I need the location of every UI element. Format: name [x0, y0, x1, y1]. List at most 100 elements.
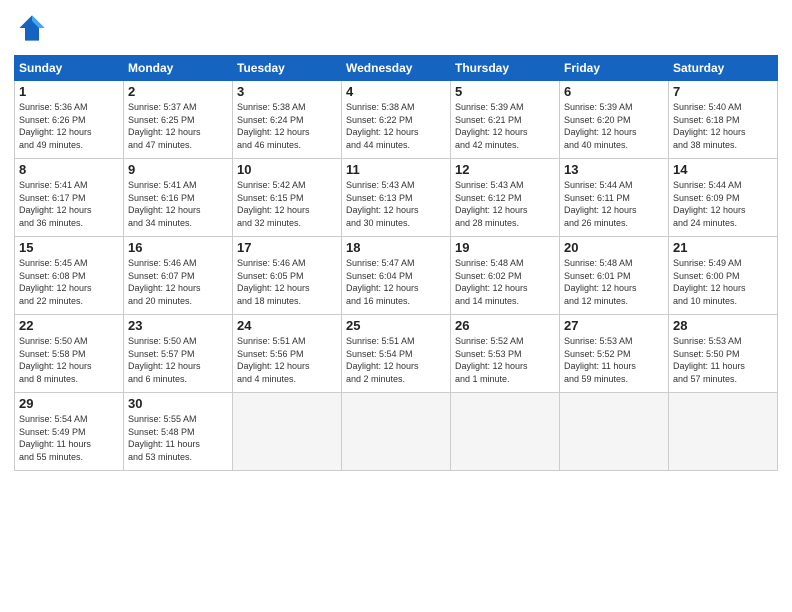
day-number: 23	[128, 318, 228, 333]
day-cell	[560, 393, 669, 471]
week-row-5: 29Sunrise: 5:54 AM Sunset: 5:49 PM Dayli…	[15, 393, 778, 471]
logo	[14, 14, 46, 47]
day-info: Sunrise: 5:51 AM Sunset: 5:56 PM Dayligh…	[237, 335, 337, 385]
day-number: 16	[128, 240, 228, 255]
day-info: Sunrise: 5:36 AM Sunset: 6:26 PM Dayligh…	[19, 101, 119, 151]
day-number: 15	[19, 240, 119, 255]
day-info: Sunrise: 5:48 AM Sunset: 6:01 PM Dayligh…	[564, 257, 664, 307]
col-header-friday: Friday	[560, 56, 669, 81]
day-cell: 8 Sunrise: 5:41 AM Sunset: 6:17 PM Daylig…	[15, 159, 124, 237]
week-row-1: 1 Sunrise: 5:36 AM Sunset: 6:26 PM Daylig…	[15, 81, 778, 159]
day-cell: 5Sunrise: 5:39 AM Sunset: 6:21 PM Daylig…	[451, 81, 560, 159]
day-number: 8	[19, 162, 119, 177]
day-cell	[669, 393, 778, 471]
day-cell: 1 Sunrise: 5:36 AM Sunset: 6:26 PM Daylig…	[15, 81, 124, 159]
day-info: Sunrise: 5:46 AM Sunset: 6:05 PM Dayligh…	[237, 257, 337, 307]
day-cell: 13Sunrise: 5:44 AM Sunset: 6:11 PM Dayli…	[560, 159, 669, 237]
day-info: Sunrise: 5:39 AM Sunset: 6:21 PM Dayligh…	[455, 101, 555, 151]
day-info: Sunrise: 5:53 AM Sunset: 5:52 PM Dayligh…	[564, 335, 664, 385]
col-header-tuesday: Tuesday	[233, 56, 342, 81]
main-container: SundayMondayTuesdayWednesdayThursdayFrid…	[0, 0, 792, 481]
col-header-saturday: Saturday	[669, 56, 778, 81]
day-number: 17	[237, 240, 337, 255]
logo-icon	[18, 14, 46, 42]
day-info: Sunrise: 5:43 AM Sunset: 6:13 PM Dayligh…	[346, 179, 446, 229]
day-number: 30	[128, 396, 228, 411]
day-info: Sunrise: 5:44 AM Sunset: 6:09 PM Dayligh…	[673, 179, 773, 229]
day-cell: 22 Sunrise: 5:50 AM Sunset: 5:58 PM Dayli…	[15, 315, 124, 393]
day-cell: 19 Sunrise: 5:48 AM Sunset: 6:02 PM Dayli…	[451, 237, 560, 315]
day-cell: 27 Sunrise: 5:53 AM Sunset: 5:52 PM Dayli…	[560, 315, 669, 393]
day-number: 2	[128, 84, 228, 99]
col-header-monday: Monday	[124, 56, 233, 81]
day-info: Sunrise: 5:41 AM Sunset: 6:16 PM Dayligh…	[128, 179, 228, 229]
week-row-3: 15 Sunrise: 5:45 AM Sunset: 6:08 PM Dayli…	[15, 237, 778, 315]
day-cell: 9 Sunrise: 5:41 AM Sunset: 6:16 PM Daylig…	[124, 159, 233, 237]
day-cell: 20 Sunrise: 5:48 AM Sunset: 6:01 PM Dayli…	[560, 237, 669, 315]
week-row-2: 8 Sunrise: 5:41 AM Sunset: 6:17 PM Daylig…	[15, 159, 778, 237]
day-cell: 2 Sunrise: 5:37 AM Sunset: 6:25 PM Daylig…	[124, 81, 233, 159]
day-number: 1	[19, 84, 119, 99]
day-info: Sunrise: 5:41 AM Sunset: 6:17 PM Dayligh…	[19, 179, 119, 229]
day-info: Sunrise: 5:47 AM Sunset: 6:04 PM Dayligh…	[346, 257, 446, 307]
day-cell: 11 Sunrise: 5:43 AM Sunset: 6:13 PM Dayli…	[342, 159, 451, 237]
day-number: 3	[237, 84, 337, 99]
week-row-4: 22 Sunrise: 5:50 AM Sunset: 5:58 PM Dayli…	[15, 315, 778, 393]
day-number: 7	[673, 84, 773, 99]
day-cell: 25 Sunrise: 5:51 AM Sunset: 5:54 PM Dayli…	[342, 315, 451, 393]
col-header-wednesday: Wednesday	[342, 56, 451, 81]
col-header-sunday: Sunday	[15, 56, 124, 81]
day-number: 12	[455, 162, 555, 177]
day-number: 9	[128, 162, 228, 177]
day-info: Sunrise: 5:48 AM Sunset: 6:02 PM Dayligh…	[455, 257, 555, 307]
day-number: 26	[455, 318, 555, 333]
day-number: 27	[564, 318, 664, 333]
day-number: 11	[346, 162, 446, 177]
day-number: 10	[237, 162, 337, 177]
day-number: 21	[673, 240, 773, 255]
day-info: Sunrise: 5:40 AM Sunset: 6:18 PM Dayligh…	[673, 101, 773, 151]
day-cell	[342, 393, 451, 471]
day-number: 4	[346, 84, 446, 99]
day-number: 6	[564, 84, 664, 99]
header	[14, 10, 778, 47]
day-cell: 17 Sunrise: 5:46 AM Sunset: 6:05 PM Dayli…	[233, 237, 342, 315]
day-info: Sunrise: 5:55 AM Sunset: 5:48 PM Dayligh…	[128, 413, 228, 463]
day-cell: 10 Sunrise: 5:42 AM Sunset: 6:15 PM Dayli…	[233, 159, 342, 237]
day-cell: 28 Sunrise: 5:53 AM Sunset: 5:50 PM Dayli…	[669, 315, 778, 393]
day-info: Sunrise: 5:50 AM Sunset: 5:57 PM Dayligh…	[128, 335, 228, 385]
day-info: Sunrise: 5:39 AM Sunset: 6:20 PM Dayligh…	[564, 101, 664, 151]
day-info: Sunrise: 5:43 AM Sunset: 6:12 PM Dayligh…	[455, 179, 555, 229]
day-info: Sunrise: 5:37 AM Sunset: 6:25 PM Dayligh…	[128, 101, 228, 151]
day-cell: 18 Sunrise: 5:47 AM Sunset: 6:04 PM Dayli…	[342, 237, 451, 315]
day-cell: 6 Sunrise: 5:39 AM Sunset: 6:20 PM Daylig…	[560, 81, 669, 159]
day-info: Sunrise: 5:52 AM Sunset: 5:53 PM Dayligh…	[455, 335, 555, 385]
day-info: Sunrise: 5:53 AM Sunset: 5:50 PM Dayligh…	[673, 335, 773, 385]
day-number: 13	[564, 162, 664, 177]
day-number: 19	[455, 240, 555, 255]
day-cell: 24 Sunrise: 5:51 AM Sunset: 5:56 PM Dayli…	[233, 315, 342, 393]
day-info: Sunrise: 5:45 AM Sunset: 6:08 PM Dayligh…	[19, 257, 119, 307]
day-number: 25	[346, 318, 446, 333]
day-cell: 29Sunrise: 5:54 AM Sunset: 5:49 PM Dayli…	[15, 393, 124, 471]
day-info: Sunrise: 5:38 AM Sunset: 6:24 PM Dayligh…	[237, 101, 337, 151]
day-number: 18	[346, 240, 446, 255]
day-number: 28	[673, 318, 773, 333]
day-info: Sunrise: 5:42 AM Sunset: 6:15 PM Dayligh…	[237, 179, 337, 229]
day-number: 29	[19, 396, 119, 411]
day-cell: 12 Sunrise: 5:43 AM Sunset: 6:12 PM Dayli…	[451, 159, 560, 237]
day-cell: 4 Sunrise: 5:38 AM Sunset: 6:22 PM Daylig…	[342, 81, 451, 159]
header-row: SundayMondayTuesdayWednesdayThursdayFrid…	[15, 56, 778, 81]
day-number: 22	[19, 318, 119, 333]
day-number: 24	[237, 318, 337, 333]
day-info: Sunrise: 5:51 AM Sunset: 5:54 PM Dayligh…	[346, 335, 446, 385]
day-info: Sunrise: 5:49 AM Sunset: 6:00 PM Dayligh…	[673, 257, 773, 307]
col-header-thursday: Thursday	[451, 56, 560, 81]
day-number: 14	[673, 162, 773, 177]
day-cell: 14 Sunrise: 5:44 AM Sunset: 6:09 PM Dayli…	[669, 159, 778, 237]
day-cell: 30 Sunrise: 5:55 AM Sunset: 5:48 PM Dayli…	[124, 393, 233, 471]
day-info: Sunrise: 5:38 AM Sunset: 6:22 PM Dayligh…	[346, 101, 446, 151]
day-number: 20	[564, 240, 664, 255]
day-cell	[233, 393, 342, 471]
day-info: Sunrise: 5:50 AM Sunset: 5:58 PM Dayligh…	[19, 335, 119, 385]
